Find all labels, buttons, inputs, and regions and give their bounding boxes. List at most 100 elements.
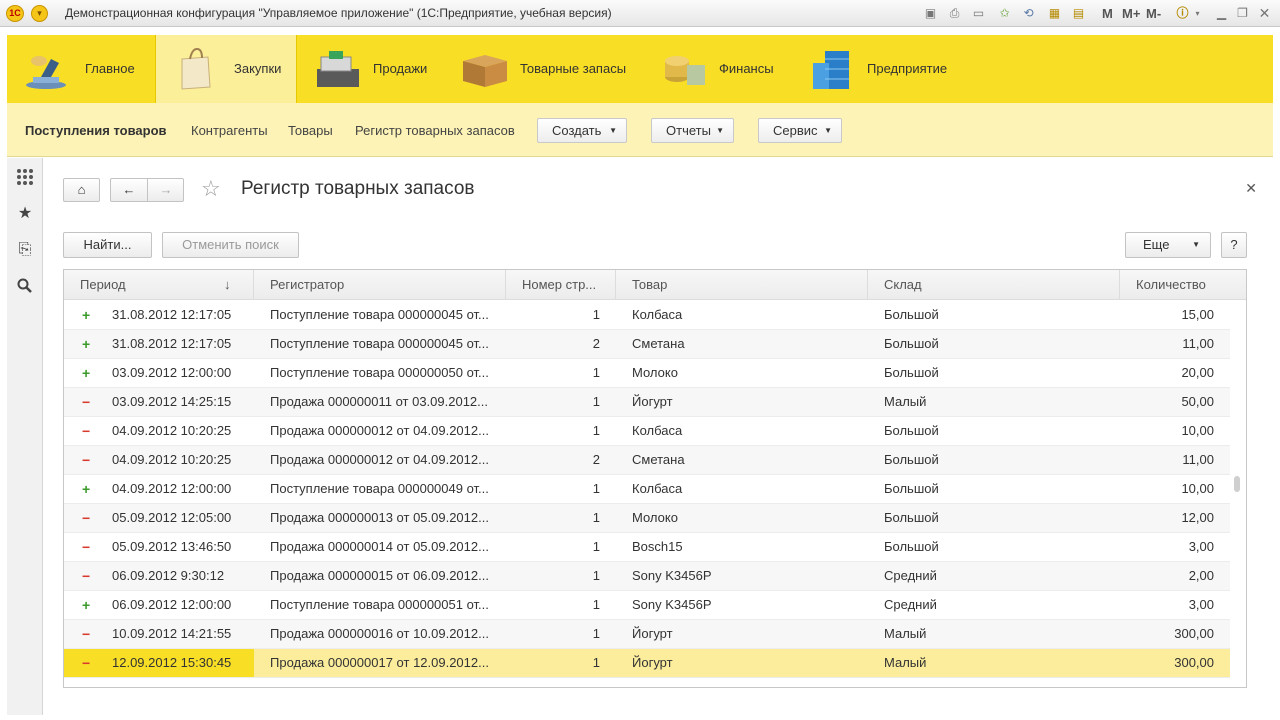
chevron-down-icon: ▼: [716, 126, 724, 135]
column-period[interactable]: Период ↓: [64, 270, 254, 300]
close-form-icon[interactable]: ✕: [1245, 180, 1257, 197]
cell-registrar: Продажа 000000011 от 03.09.2012...: [270, 394, 488, 409]
save-icon[interactable]: ▣: [922, 5, 939, 22]
search-icon[interactable]: [16, 278, 34, 296]
history-icon[interactable]: ⎘: [16, 241, 34, 259]
cell-warehouse: Большой: [884, 365, 939, 380]
expense-minus-icon: −: [82, 423, 91, 439]
table-row[interactable]: − 05.09.2012 12:05:00 Продажа 000000013 от…: [64, 504, 1230, 533]
reports-dropdown-label: Отчеты: [666, 123, 711, 138]
cell-warehouse: Малый: [884, 394, 927, 409]
table-row[interactable]: +04.09.2012 12:00:00 Поступление товара 0…: [64, 475, 1230, 504]
cell-quantity: 10,00: [1181, 481, 1214, 496]
cell-registrar: Продажа 000000014 от 05.09.2012...: [270, 539, 489, 554]
create-dropdown-label: Создать: [552, 123, 602, 138]
history-icon[interactable]: ⟲: [1020, 5, 1037, 22]
more-button[interactable]: Еще ▼: [1125, 232, 1211, 258]
cancel-search-button[interactable]: Отменить поиск: [162, 232, 299, 258]
table-row[interactable]: − 06.09.2012 9:30:12 Продажа 000000015 от …: [64, 562, 1230, 591]
memory-subtract-button[interactable]: M-: [1146, 5, 1161, 22]
table-row[interactable]: − 12.09.2012 15:30:45 Продажа 000000017 от…: [64, 649, 1230, 678]
preview-icon[interactable]: ▭: [970, 5, 987, 22]
memory-add-button[interactable]: M+: [1122, 5, 1140, 22]
building-icon: [813, 51, 849, 89]
cell-line-number: 1: [592, 539, 600, 554]
cell-item: Йогурт: [632, 626, 673, 641]
section-purchases[interactable]: Закупки: [155, 35, 297, 103]
cell-period: 31.08.2012 12:17:05: [112, 336, 232, 351]
nav-counterparties[interactable]: Контрагенты: [191, 123, 268, 138]
cell-period: 10.09.2012 14:21:55: [112, 626, 232, 641]
cell-item: Сметана: [632, 336, 685, 351]
table-row[interactable]: +03.09.2012 12:00:00 Поступление товара 0…: [64, 359, 1230, 388]
expense-minus-icon: −: [82, 452, 91, 468]
nav-stock-register[interactable]: Регистр товарных запасов: [355, 123, 515, 138]
section-sales[interactable]: Продажи: [297, 35, 445, 103]
reports-dropdown[interactable]: Отчеты ▼: [651, 118, 734, 143]
create-dropdown[interactable]: Создать ▼: [537, 118, 627, 143]
section-finance[interactable]: Финансы: [645, 35, 793, 103]
restore-icon[interactable]: ❐: [1234, 5, 1251, 22]
cell-registrar: Поступление товара 000000049 от...: [270, 481, 489, 496]
close-window-icon[interactable]: ✕: [1256, 5, 1273, 22]
history-nav-group: ← →: [110, 178, 184, 202]
cash-register-icon: [317, 51, 359, 87]
favorite-star-icon[interactable]: ☆: [201, 176, 221, 202]
info-dropdown-icon[interactable]: ▾: [1189, 5, 1206, 22]
memory-store-button[interactable]: M: [1102, 5, 1113, 22]
favorites-icon[interactable]: ★: [16, 205, 34, 223]
home-button[interactable]: ⌂: [63, 178, 100, 202]
calculator-icon[interactable]: ▤: [1070, 5, 1087, 22]
print-icon[interactable]: ⎙: [946, 5, 963, 22]
cell-line-number: 1: [592, 394, 600, 409]
cell-registrar: Поступление товара 000000051 от...: [270, 597, 489, 612]
table-row[interactable]: +06.09.2012 12:00:00 Поступление товара 0…: [64, 591, 1230, 620]
column-item[interactable]: Товар: [616, 270, 868, 300]
section-main[interactable]: Главное: [7, 35, 155, 103]
find-button[interactable]: Найти...: [63, 232, 152, 258]
cell-line-number: 1: [592, 307, 600, 322]
cell-item: Sony K3456P: [632, 568, 712, 583]
table-row[interactable]: − 10.09.2012 14:21:55 Продажа 000000016 от…: [64, 620, 1230, 649]
column-line-number[interactable]: Номер стр...: [506, 270, 616, 300]
help-button[interactable]: ?: [1221, 232, 1247, 258]
column-warehouse[interactable]: Склад: [868, 270, 1120, 300]
favorites-add-icon[interactable]: ✩: [996, 5, 1013, 22]
cell-item: Колбаса: [632, 481, 683, 496]
forward-arrow-icon[interactable]: →: [148, 179, 184, 201]
main-menu-button[interactable]: ▾: [31, 5, 48, 22]
cell-warehouse: Средний: [884, 568, 937, 583]
sections-panel: Главное Закупки Продажи Товарные запасы: [7, 35, 1273, 103]
minimize-icon[interactable]: ▁: [1213, 5, 1230, 22]
cell-registrar: Продажа 000000015 от 06.09.2012...: [270, 568, 489, 583]
receipt-plus-icon: +: [82, 307, 91, 323]
column-registrar[interactable]: Регистратор: [254, 270, 506, 300]
vertical-scrollbar[interactable]: [1234, 476, 1240, 492]
all-functions-icon[interactable]: [16, 168, 34, 186]
cell-period: 05.09.2012 12:05:00: [112, 510, 232, 525]
cell-line-number: 1: [592, 626, 600, 641]
cell-item: Bosch15: [632, 539, 683, 554]
cell-registrar: Поступление товара 000000045 от...: [270, 336, 489, 351]
column-quantity[interactable]: Количество: [1120, 270, 1230, 300]
service-dropdown[interactable]: Сервис ▼: [758, 118, 842, 143]
expense-minus-icon: −: [82, 510, 91, 526]
nav-goods-receipts[interactable]: Поступления товаров: [25, 123, 167, 138]
table-row[interactable]: +31.08.2012 12:17:05 Поступление товара 0…: [64, 301, 1230, 330]
cell-period: 04.09.2012 10:20:25: [112, 423, 232, 438]
section-stock-label: Товарные запасы: [520, 61, 627, 76]
sort-arrow-icon: ↓: [224, 277, 231, 292]
nav-goods[interactable]: Товары: [288, 123, 333, 138]
receipt-plus-icon: +: [82, 365, 91, 381]
table-row[interactable]: +31.08.2012 12:17:05 Поступление товара 0…: [64, 330, 1230, 359]
section-stock[interactable]: Товарные запасы: [445, 35, 645, 103]
cell-warehouse: Малый: [884, 655, 927, 670]
cell-warehouse: Малый: [884, 626, 927, 641]
table-row[interactable]: − 05.09.2012 13:46:50 Продажа 000000014 от…: [64, 533, 1230, 562]
table-row[interactable]: − 03.09.2012 14:25:15 Продажа 000000011 от…: [64, 388, 1230, 417]
table-row[interactable]: − 04.09.2012 10:20:25 Продажа 000000012 от…: [64, 446, 1230, 475]
calendar-icon[interactable]: ▦: [1046, 5, 1063, 22]
table-row[interactable]: − 04.09.2012 10:20:25 Продажа 000000012 от…: [64, 417, 1230, 446]
back-arrow-icon[interactable]: ←: [111, 179, 148, 201]
section-enterprise[interactable]: Предприятие: [793, 35, 973, 103]
